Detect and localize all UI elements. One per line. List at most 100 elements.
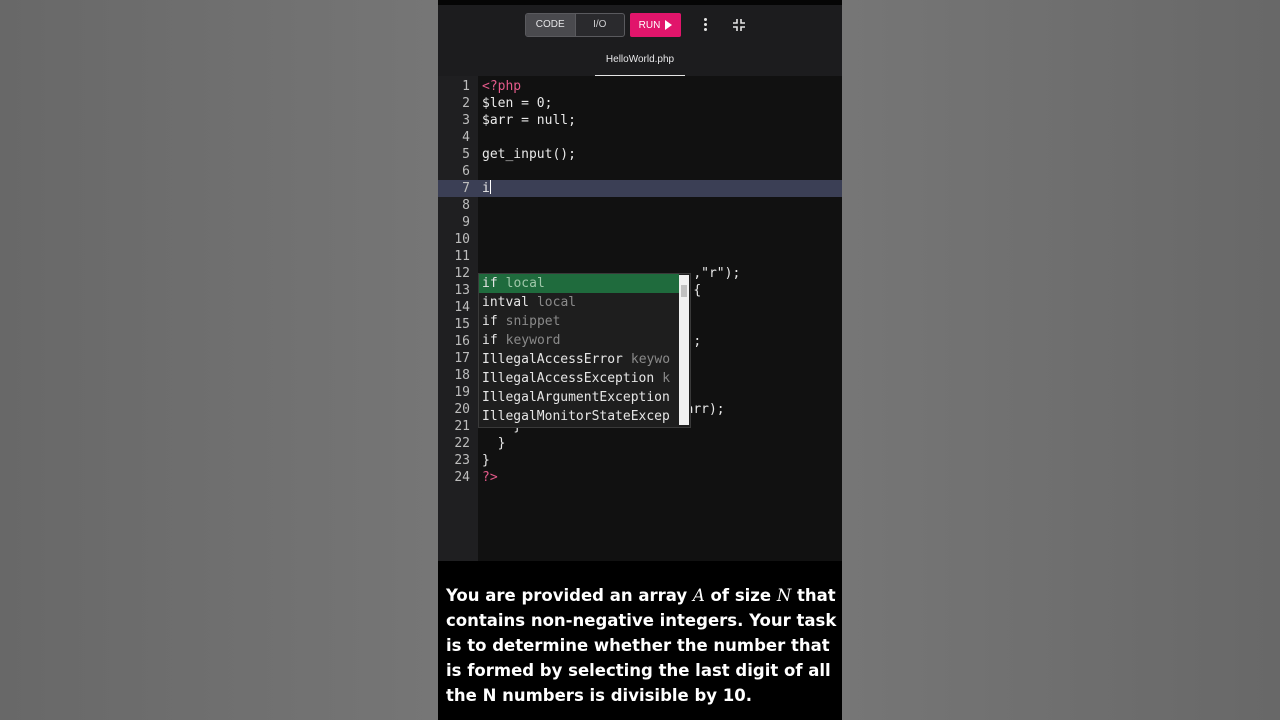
collapse-icon[interactable] [732, 18, 746, 32]
line-number: 17 [454, 351, 470, 366]
code-line[interactable]: 3 $arr = null; [438, 112, 842, 129]
suggestion-label: IllegalMonitorStateExcep [482, 409, 670, 424]
variable-a: A [692, 586, 705, 605]
status-strip [438, 0, 842, 5]
line-number: 21 [454, 419, 470, 434]
run-label: RUN [638, 19, 661, 31]
line-content: ; [693, 334, 702, 349]
suggestion-label: if [482, 314, 498, 329]
line-content: i [482, 181, 490, 196]
code-line[interactable]: 6 [438, 163, 842, 180]
line-content: $len = 0; [482, 96, 553, 111]
code-line[interactable]: 22 } [438, 435, 842, 452]
line-text: ?> [482, 469, 498, 486]
line-content: ,"r"); [693, 266, 741, 281]
line-number: 6 [462, 164, 470, 179]
line-number: 23 [454, 453, 470, 468]
variable-n: N [776, 586, 792, 605]
line-number: 7 [462, 181, 470, 196]
line-number: 4 [462, 130, 470, 145]
line-number: 8 [462, 198, 470, 213]
problem-caption: You are provided an array A of size N th… [438, 561, 842, 720]
line-number: 3 [462, 113, 470, 128]
line-number: 1 [462, 79, 470, 94]
code-line[interactable]: 11 [438, 248, 842, 265]
line-text: i [482, 180, 491, 197]
code-line[interactable]: 23} [438, 452, 842, 469]
file-tabs: HelloWorld.php [438, 44, 842, 77]
line-text: get_input(); [482, 146, 576, 163]
code-line[interactable]: 2 $len = 0; [438, 95, 842, 112]
line-content: $arr = null; [482, 113, 576, 128]
line-number: 14 [454, 300, 470, 315]
autocomplete-item[interactable]: IllegalAccessException k [479, 369, 679, 388]
line-number: 19 [454, 385, 470, 400]
line-content: } [482, 453, 490, 468]
background-right [842, 0, 1280, 720]
autocomplete-item[interactable]: if snippet [479, 312, 679, 331]
line-content: ?> [482, 470, 498, 485]
line-content: } [497, 436, 506, 451]
autocomplete-item[interactable]: IllegalMonitorStateExcep [479, 407, 679, 426]
line-number: 24 [454, 470, 470, 485]
toolbar: CODE I/O RUN [438, 13, 842, 37]
code-line[interactable]: 4 [438, 129, 842, 146]
line-number: 5 [462, 147, 470, 162]
line-number: 15 [454, 317, 470, 332]
suggestion-kind: k [662, 371, 671, 386]
line-text: $arr = null; [482, 112, 576, 129]
line-number: 13 [454, 283, 470, 298]
background-left [0, 0, 438, 720]
caption-text: You are provided an array A of size N th… [446, 586, 837, 705]
code-editor[interactable]: 1 <?php 2 $len = 0; 3 $arr = null; 4 5 get_input… [438, 76, 842, 561]
line-content: get_input(); [482, 147, 576, 162]
play-icon [665, 20, 673, 30]
autocomplete-item[interactable]: if keyword [479, 331, 679, 350]
line-number: 9 [462, 215, 470, 230]
line-text: } [482, 452, 490, 469]
suggestion-label: if [482, 276, 498, 291]
autocomplete-item[interactable]: IllegalAccessError keywo [479, 350, 679, 369]
suggestion-kind: local [536, 295, 577, 310]
code-line[interactable]: 7i [438, 180, 842, 197]
line-number: 16 [454, 334, 470, 349]
code-line[interactable]: 10 [438, 231, 842, 248]
line-content: { [693, 283, 702, 298]
code-line[interactable]: 9 [438, 214, 842, 231]
autocomplete-item[interactable]: if local [479, 274, 679, 293]
suggestion-label: intval [482, 295, 529, 310]
suggestion-kind: local [505, 276, 545, 291]
line-number: 2 [462, 96, 470, 111]
code-line[interactable]: 8 [438, 197, 842, 214]
suggestion-label: IllegalAccessException [482, 371, 655, 386]
code-line[interactable]: 24 ?> [438, 469, 842, 486]
file-tab-helloworld[interactable]: HelloWorld.php [595, 44, 685, 77]
code-tab-button[interactable]: CODE [526, 14, 576, 36]
suggestion-kind: keyword [505, 333, 561, 348]
line-text: } [482, 435, 506, 452]
line-number: 20 [454, 402, 470, 417]
autocomplete-list: if local intval local if snippet if keyword Ille… [479, 274, 690, 426]
line-number: 11 [454, 249, 470, 264]
io-tab-button[interactable]: I/O [576, 14, 625, 36]
suggestion-kind: snippet [505, 314, 561, 329]
view-toggle: CODE I/O [525, 13, 625, 37]
line-number: 12 [454, 266, 470, 281]
line-text: $len = 0; [482, 95, 552, 112]
line-number: 18 [454, 368, 470, 383]
code-line[interactable]: 1 <?php [438, 78, 842, 95]
more-options-icon[interactable] [702, 18, 708, 32]
line-number: 10 [454, 232, 470, 247]
suggestion-label: IllegalArgumentException [482, 390, 670, 405]
line-number: 22 [454, 436, 470, 451]
suggestion-label: if [482, 333, 498, 348]
autocomplete-scrollbar[interactable] [679, 275, 689, 425]
code-editor-app: CODE I/O RUN HelloWorld.php 1 <?php 2 $len … [438, 0, 842, 720]
autocomplete-item[interactable]: IllegalArgumentException [479, 388, 679, 407]
suggestion-label: IllegalAccessError [482, 352, 623, 367]
line-text: <?php [482, 78, 521, 95]
autocomplete-item[interactable]: intval local [479, 293, 679, 312]
code-line[interactable]: 5 get_input(); [438, 146, 842, 163]
run-button[interactable]: RUN [630, 13, 681, 37]
text-cursor [489, 180, 491, 194]
